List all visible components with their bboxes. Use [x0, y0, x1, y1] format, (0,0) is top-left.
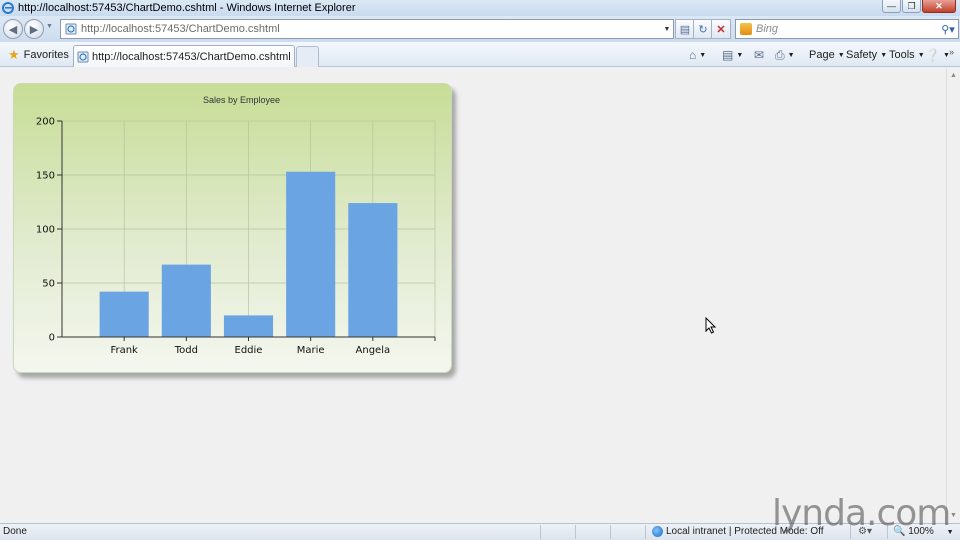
forward-button[interactable]: ▶	[24, 19, 44, 39]
tab-label: http://localhost:57453/ChartDemo.cshtml	[92, 50, 291, 63]
bar-frank	[99, 291, 149, 337]
page-icon	[65, 23, 77, 35]
y-tick-label: 0	[49, 333, 55, 344]
x-tick-label: Angela	[356, 345, 391, 356]
bar-marie	[286, 171, 336, 337]
back-button[interactable]: ◀	[3, 19, 23, 39]
minimize-button[interactable]: —	[882, 0, 901, 13]
toolbar-overflow-button[interactable]: »	[949, 43, 954, 61]
compatibility-icon: ▤	[679, 23, 691, 36]
help-icon: ❔	[925, 48, 940, 62]
feeds-button[interactable]: ▤ ▼	[722, 46, 743, 64]
title-bar: http://localhost:57453/ChartDemo.cshtml …	[0, 0, 960, 16]
home-button[interactable]: ⌂ ▼	[689, 46, 706, 64]
restore-button[interactable]: ❐	[902, 0, 921, 13]
bar-angela	[348, 203, 398, 337]
help-menu[interactable]: ❔ ▼	[925, 46, 950, 64]
x-tick-label: Frank	[110, 345, 138, 356]
printer-icon: ⎙	[775, 47, 785, 62]
search-icon[interactable]: ⚲▾	[938, 23, 958, 36]
bar-eddie	[223, 315, 274, 337]
tools-menu[interactable]: Tools ▼	[889, 46, 925, 64]
page-icon	[77, 51, 89, 62]
address-dropdown-icon[interactable]: ▼	[661, 26, 673, 33]
y-tick-label: 100	[36, 225, 55, 236]
search-placeholder: Bing	[756, 23, 779, 35]
mouse-cursor-icon	[705, 317, 717, 334]
stop-button[interactable]: ✕	[711, 19, 731, 39]
bar-todd	[161, 264, 211, 337]
command-bar: ★ Favorites http://localhost:57453/Chart…	[0, 42, 960, 67]
chevron-right-icon: »	[949, 47, 955, 57]
navigation-bar: ◀ ▶ ▼ http://localhost:57453/ChartDemo.c…	[0, 16, 960, 42]
stop-icon: ✕	[716, 23, 726, 36]
status-divider	[575, 525, 576, 539]
status-divider	[645, 525, 646, 539]
sales-chart: Sales by Employee 0 50 100 150 200 Frank Todd Ed…	[36, 95, 436, 356]
arrow-left-icon: ◀	[8, 23, 18, 36]
lynda-watermark: lynda.com	[772, 493, 951, 534]
status-divider	[610, 525, 611, 539]
home-icon: ⌂	[689, 48, 697, 62]
chart-title: Sales by Employee	[203, 95, 280, 105]
minimize-icon: —	[887, 1, 896, 11]
y-tick-label: 150	[36, 171, 55, 182]
mail-icon: ✉	[754, 48, 765, 62]
chart-card: Sales by Employee 0 50 100 150 200 Frank Todd Ed…	[13, 83, 452, 373]
print-button[interactable]: ⎙ ▼	[775, 46, 795, 64]
globe-icon	[652, 526, 663, 537]
status-text: Done	[3, 526, 27, 537]
new-tab-button[interactable]	[296, 46, 319, 67]
read-mail-button[interactable]: ✉	[754, 46, 764, 64]
close-window-button[interactable]: ✕	[922, 0, 956, 13]
url-text[interactable]: http://localhost:57453/ChartDemo.cshtml	[81, 23, 661, 35]
refresh-icon: ↻	[698, 23, 708, 36]
rss-icon: ▤	[722, 48, 734, 62]
vertical-scrollbar[interactable]: ▲ ▼	[946, 68, 960, 523]
internet-explorer-icon	[2, 2, 14, 14]
compatibility-view-button[interactable]: ▤	[675, 19, 695, 39]
browser-tab[interactable]: http://localhost:57453/ChartDemo.cshtml	[73, 45, 295, 67]
safety-menu[interactable]: Safety ▼	[846, 46, 887, 64]
window-title: http://localhost:57453/ChartDemo.cshtml …	[18, 2, 356, 14]
y-tick-label: 200	[36, 117, 55, 128]
safety-menu-label: Safety	[846, 49, 878, 61]
x-tick-label: Eddie	[235, 345, 263, 356]
star-icon: ★	[8, 47, 20, 62]
scroll-up-icon[interactable]: ▲	[947, 69, 960, 82]
page-menu[interactable]: Page ▼	[809, 46, 845, 64]
y-tick-label: 50	[42, 279, 55, 290]
close-icon: ✕	[935, 0, 943, 11]
search-input[interactable]: Bing ⚲▾	[735, 19, 959, 39]
favorites-label: Favorites	[23, 49, 69, 61]
bing-icon	[740, 23, 752, 35]
recent-pages-dropdown[interactable]: ▼	[46, 23, 53, 30]
favorites-button[interactable]: ★ Favorites	[4, 46, 73, 64]
x-tick-label: Marie	[297, 345, 325, 356]
refresh-button[interactable]: ↻	[693, 19, 713, 39]
arrow-right-icon: ▶	[29, 23, 39, 36]
page-menu-label: Page	[809, 49, 835, 61]
x-tick-label: Todd	[174, 345, 198, 356]
address-bar[interactable]: http://localhost:57453/ChartDemo.cshtml …	[60, 19, 674, 39]
status-divider	[540, 525, 541, 539]
restore-icon: ❐	[907, 0, 916, 11]
tools-menu-label: Tools	[889, 49, 915, 61]
page-content: Sales by Employee 0 50 100 150 200 Frank Todd Ed…	[0, 68, 946, 523]
